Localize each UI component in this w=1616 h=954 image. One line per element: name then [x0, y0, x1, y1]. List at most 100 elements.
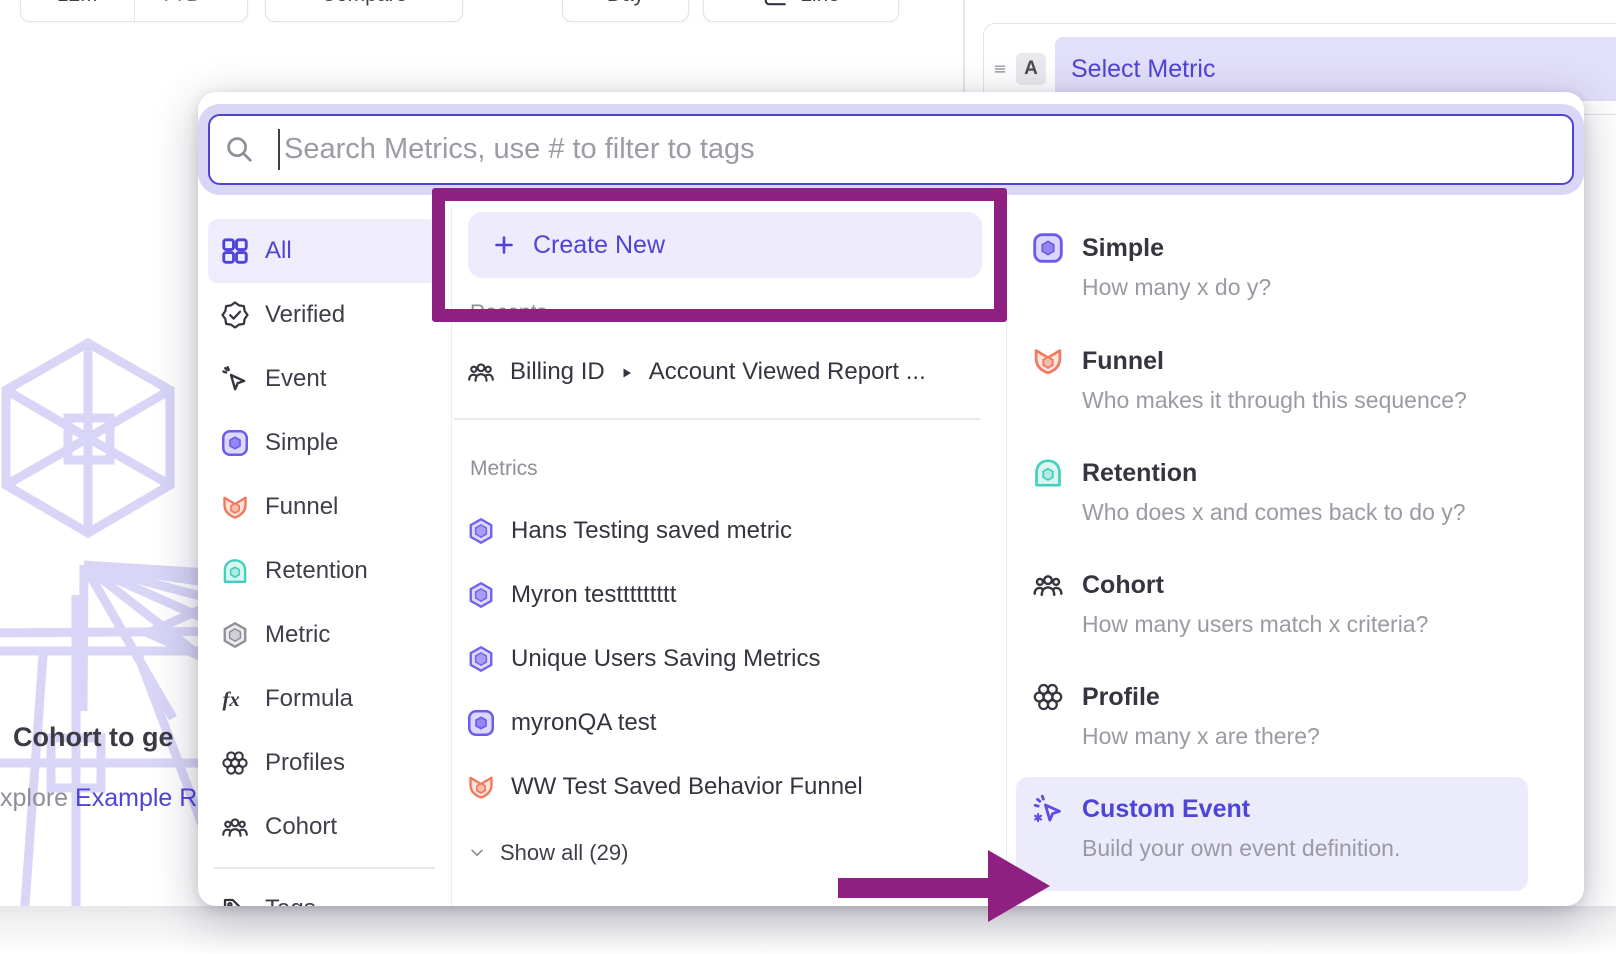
sidebar-item-label: Event — [265, 365, 326, 393]
sidebar-item-label: Simple — [265, 429, 338, 457]
metric-picker-list-column: Create New Recents Billing ID Account Vi… — [452, 207, 1007, 906]
empty-state-heading: Cohort to ge — [13, 722, 173, 753]
search-icon — [224, 134, 254, 164]
sidebar-item-formula[interactable]: fx Formula — [208, 667, 439, 731]
simple-icon — [220, 428, 250, 458]
create-new-button[interactable]: Create New — [468, 212, 982, 278]
sidebar-item-funnel[interactable]: Funnel — [208, 475, 439, 539]
sidebar-item-label: Verified — [265, 301, 345, 329]
svg-text:fx: fx — [223, 689, 240, 711]
page-bottom-shadow — [0, 906, 1616, 954]
granularity-day-button[interactable]: Day — [562, 0, 689, 22]
hexagon-icon — [466, 644, 496, 674]
chart-type-line-button[interactable]: Line — [703, 0, 899, 22]
example-link[interactable]: Example R — [75, 784, 197, 812]
saved-metrics-list: Hans Testing saved metric Myron testttttt… — [452, 499, 1006, 819]
sidebar-item-all[interactable]: All — [208, 219, 439, 283]
sidebar-divider — [214, 867, 435, 869]
grid-icon — [220, 236, 250, 266]
saved-metric-myron-testtttttttt[interactable]: Myron testtttttttt — [452, 563, 1006, 627]
saved-metric-label: Unique Users Saving Metrics — [511, 645, 820, 673]
sidebar-item-label: Retention — [265, 557, 368, 585]
sidebar-item-metric[interactable]: Metric — [208, 603, 439, 667]
recent-metric-item[interactable]: Billing ID Account Viewed Report ... — [452, 341, 996, 403]
saved-metric-label: WW Test Saved Behavior Funnel — [511, 773, 863, 801]
sidebar-item-event[interactable]: Event — [208, 347, 439, 411]
cohort-icon — [220, 812, 250, 842]
saved-metric-hans-testing-saved-metric[interactable]: Hans Testing saved metric — [452, 499, 1006, 563]
breadcrumb-caret-icon — [621, 367, 633, 379]
metric-type-description: Build your own event definition. — [1082, 833, 1400, 863]
sidebar-item-label: Funnel — [265, 493, 338, 521]
retention-icon — [1031, 456, 1065, 490]
metric-picker-sidebar: All Verified Event Simple Funnel Retention Met… — [198, 207, 452, 906]
text-cursor — [278, 129, 280, 170]
metric-picker-content: All Verified Event Simple Funnel Retention Met… — [198, 207, 1584, 906]
retention-icon — [220, 556, 250, 586]
metric-type-simple[interactable]: SimpleHow many x do y? — [1031, 231, 1560, 302]
sidebar-item-tags[interactable]: Tags — [208, 877, 439, 907]
series-letter-badge: A — [1016, 53, 1046, 85]
cohort-icon — [466, 357, 496, 387]
funnel-icon — [1031, 344, 1065, 378]
line-chart-icon — [762, 0, 788, 8]
show-all-button[interactable]: Show all (29) — [468, 835, 628, 871]
metric-type-profile[interactable]: Profile How many x are there? — [1031, 680, 1560, 751]
empty-state-subtext: xplore Example R — [0, 784, 197, 813]
metric-icon — [220, 620, 250, 650]
custom-event-icon — [1031, 792, 1065, 826]
saved-metric-ww-test-saved-behavior-funnel[interactable]: WW Test Saved Behavior Funnel — [452, 755, 1006, 819]
sidebar-item-retention[interactable]: Retention — [208, 539, 439, 603]
metric-type-description: Who does x and comes back to do y? — [1082, 497, 1466, 527]
event-icon — [220, 364, 250, 394]
metric-type-funnel[interactable]: FunnelWho makes it through this sequence… — [1031, 344, 1560, 415]
sidebar-item-verified[interactable]: Verified — [208, 283, 439, 347]
saved-metric-label: Myron testtttttttt — [511, 581, 676, 609]
metrics-section-label: Metrics — [470, 457, 538, 481]
drag-handle-icon[interactable] — [991, 60, 1009, 78]
saved-metric-myronqa-test[interactable]: myronQA test — [452, 691, 1006, 755]
time-range-segmented-control: 12M YTD — [20, 0, 248, 22]
search-input[interactable] — [208, 114, 1574, 185]
sidebar-item-simple[interactable]: Simple — [208, 411, 439, 475]
saved-metric-unique-users-saving-metrics[interactable]: Unique Users Saving Metrics — [452, 627, 1006, 691]
plus-icon — [492, 233, 516, 257]
saved-metric-label: Hans Testing saved metric — [511, 517, 792, 545]
hexagon-icon — [466, 516, 496, 546]
sidebar-item-label: All — [265, 237, 292, 265]
hexagon-icon — [466, 580, 496, 610]
sidebar-item-label: Formula — [265, 685, 353, 713]
metric-type-title: Funnel — [1082, 344, 1467, 378]
metric-type-title: Retention — [1082, 456, 1466, 490]
recent-item-primary: Billing ID — [510, 358, 605, 386]
simple-icon — [466, 708, 496, 738]
compare-button[interactable]: Compare — [265, 0, 463, 22]
sidebar-item-label: Cohort — [265, 813, 337, 841]
metric-type-description: How many users match x criteria? — [1082, 609, 1428, 639]
sidebar-item-profiles[interactable]: Profiles — [208, 731, 439, 795]
sidebar-item-cohort[interactable]: Cohort — [208, 795, 439, 859]
metric-picker-modal: All Verified Event Simple Funnel Retention Met… — [198, 92, 1584, 906]
chevron-down-icon — [468, 844, 486, 862]
metric-types-column: SimpleHow many x do y? FunnelWho makes it… — [1007, 207, 1584, 906]
metric-type-custom-event[interactable]: Custom Event Build your own event definit… — [1016, 777, 1528, 891]
tag-icon — [220, 894, 250, 907]
metric-type-retention[interactable]: Retention Who does x and comes back to do… — [1031, 456, 1560, 527]
chevron-down-icon — [208, 0, 222, 2]
metric-type-description: How many x are there? — [1082, 721, 1320, 751]
profiles-icon — [220, 748, 250, 778]
metric-type-title: Cohort — [1082, 568, 1428, 602]
metric-type-title: Custom Event — [1082, 792, 1400, 826]
section-divider — [454, 418, 980, 420]
time-range-ytd-button[interactable]: YTD — [134, 0, 248, 21]
funnel-icon — [220, 492, 250, 522]
metric-type-cohort[interactable]: Cohort How many users match x criteria? — [1031, 568, 1560, 639]
app-canvas: Cohort to ge xplore Example R 12M YTD Co… — [0, 0, 1616, 954]
metric-type-title: Profile — [1082, 680, 1320, 714]
simple-icon — [1031, 231, 1065, 265]
saved-metric-label: myronQA test — [511, 709, 656, 737]
sidebar-item-label: Profiles — [265, 749, 345, 777]
time-range-12m-button[interactable]: 12M — [21, 0, 134, 21]
profiles-icon — [1031, 680, 1065, 714]
metric-type-description: How many x do y? — [1082, 272, 1271, 302]
